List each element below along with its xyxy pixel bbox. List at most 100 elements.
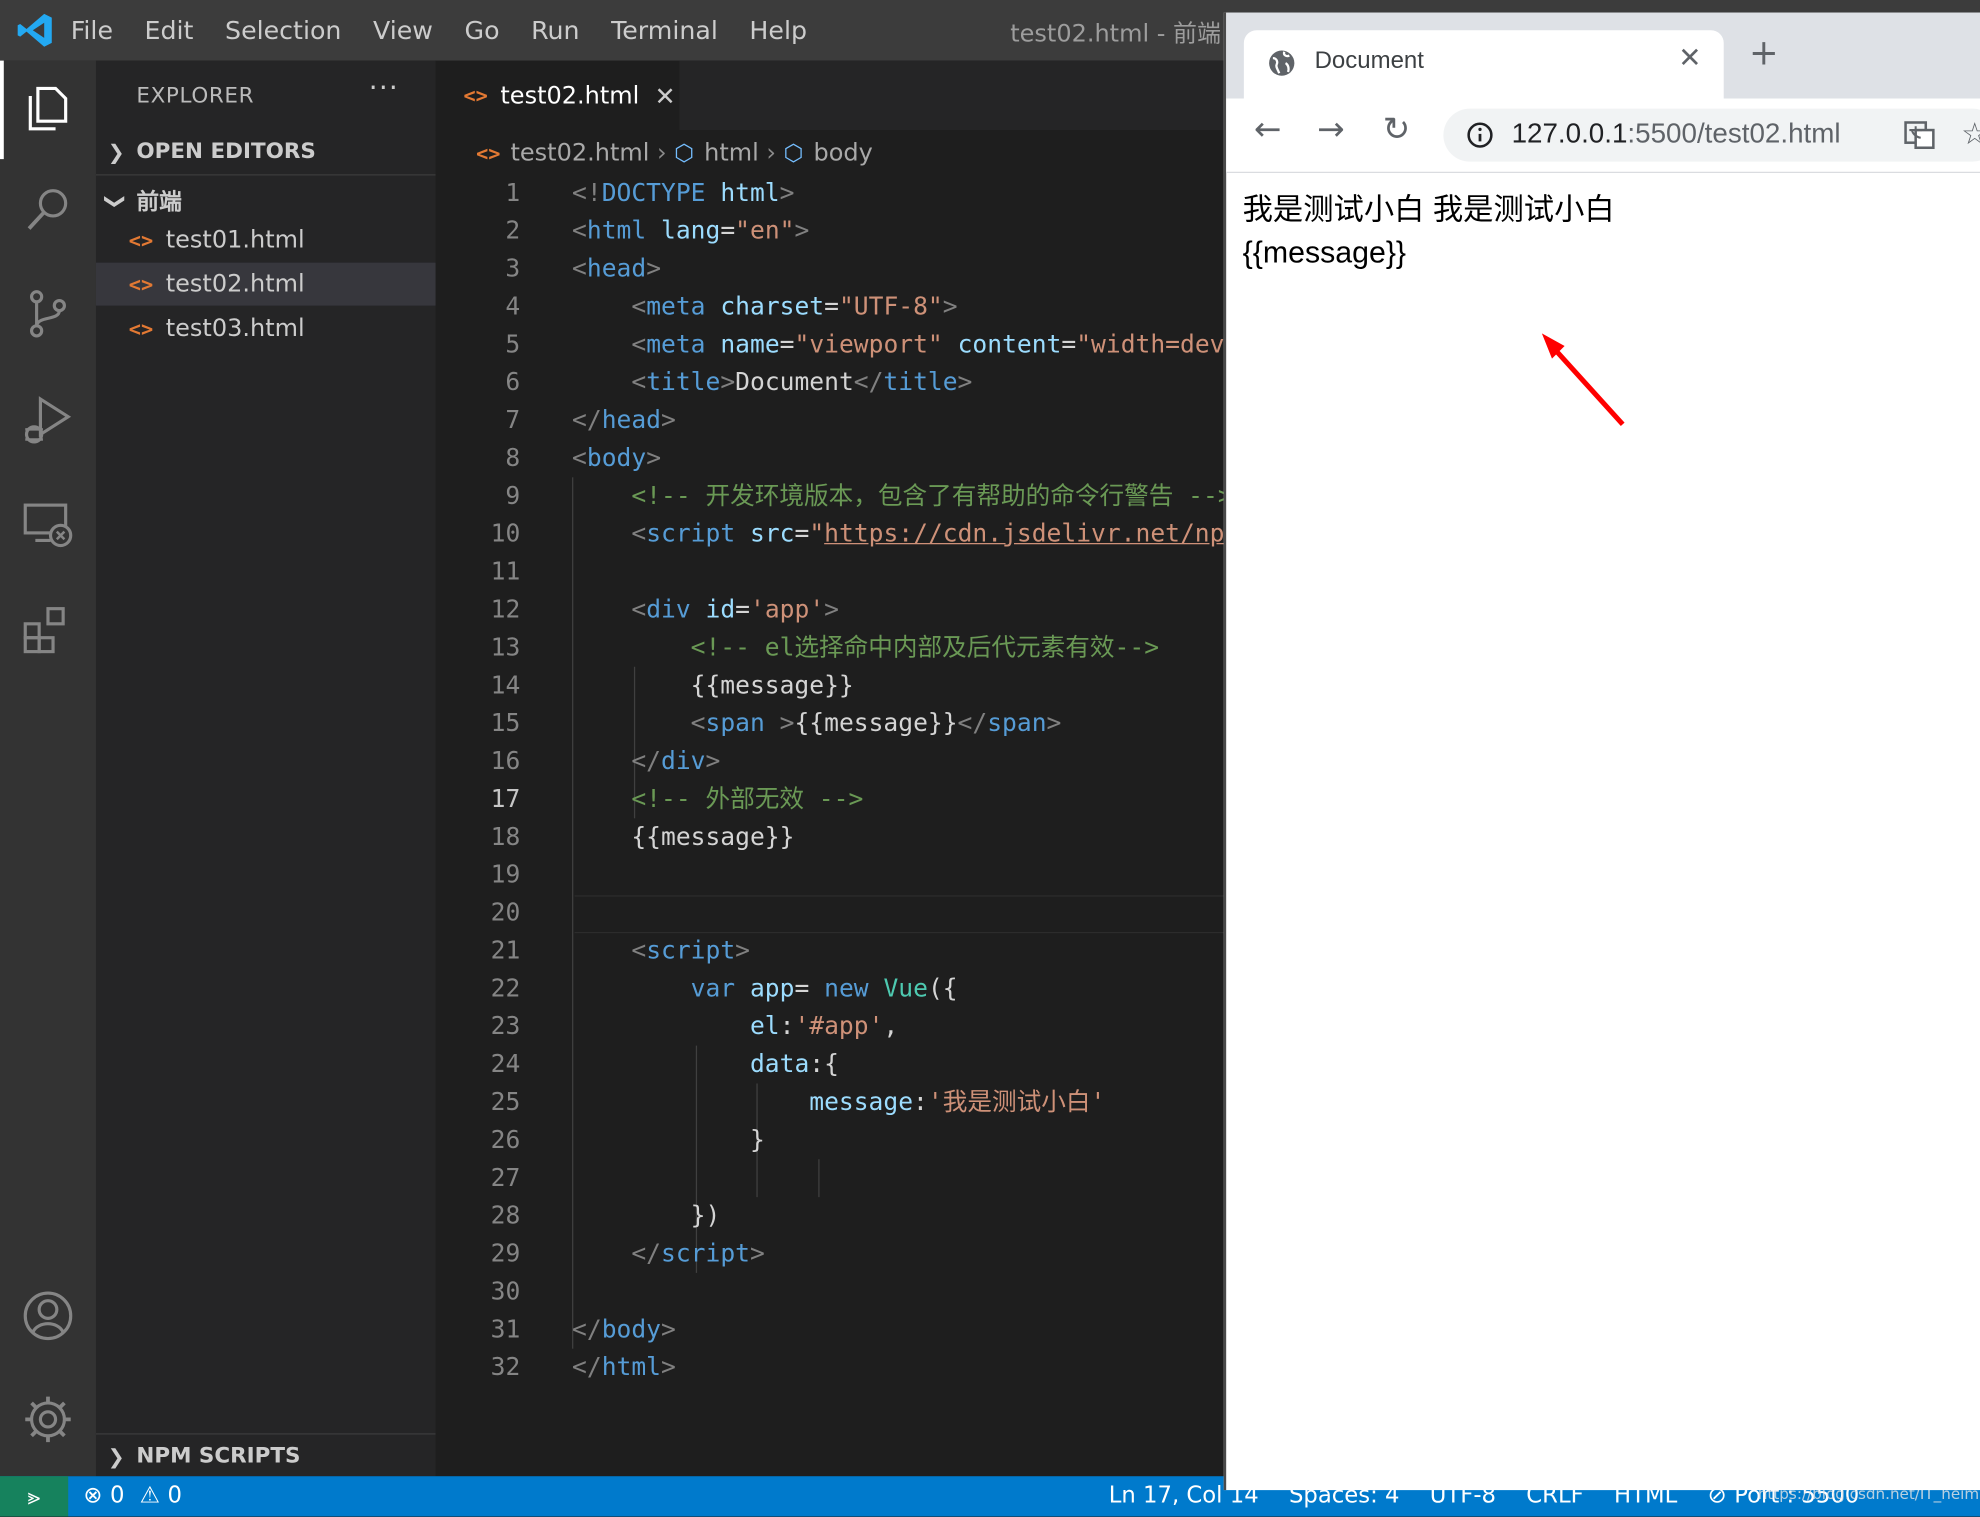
warning-count: 0 <box>167 1482 183 1510</box>
code-line: 13 <!-- el选择命中内部及后代元素有效--> <box>436 629 1225 667</box>
line-number: 8 <box>505 443 521 473</box>
code-line: 18 {{message}} <box>436 818 1225 856</box>
line-number: 10 <box>490 519 521 549</box>
element-cube-icon: ⬡ <box>783 139 804 167</box>
browser-toolbar: ← → ↻ 127.0.0.1:5500/test02.html ☆ <box>1226 98 1980 174</box>
forward-arrow-icon[interactable]: → <box>1317 114 1345 147</box>
new-tab-plus-icon[interactable]: + <box>1749 35 1779 70</box>
file-item[interactable]: <> test03.html <box>96 307 436 350</box>
editor-tabbar: <> test02.html ✕ <box>435 60 1225 131</box>
url-host: 127.0.0.1 <box>1511 117 1628 150</box>
remote-explorer-icon[interactable] <box>20 498 76 554</box>
active-indicator <box>0 60 4 160</box>
npm-scripts-label: NPM SCRIPTS <box>136 1443 301 1469</box>
line-number: 23 <box>490 1011 521 1041</box>
line-number: 24 <box>490 1049 521 1079</box>
code-line: 4 <meta charset="UTF-8"> <box>436 288 1225 326</box>
line-number: 25 <box>490 1087 521 1117</box>
bookmark-star-icon[interactable]: ☆ <box>1961 116 1980 151</box>
globe-icon <box>1269 50 1295 76</box>
line-number-active: 17 <box>490 784 521 814</box>
line-number: 30 <box>490 1276 521 1306</box>
code-line: 3 <head> <box>436 250 1225 288</box>
explorer-icon[interactable] <box>20 81 76 137</box>
file-item[interactable]: <> test01.html <box>96 218 436 261</box>
back-arrow-icon[interactable]: ← <box>1254 114 1282 147</box>
folder-root[interactable]: ❯ 前端 <box>96 181 436 221</box>
translate-icon[interactable] <box>1903 119 1936 152</box>
code-line: 8 <body> <box>436 439 1225 477</box>
annotation-arrow-icon <box>1541 333 1625 426</box>
line-number: 22 <box>490 973 521 1003</box>
code-line: 31 </body> <box>436 1311 1225 1349</box>
chevron-right-icon: › <box>656 138 667 167</box>
menu-selection[interactable]: Selection <box>225 15 341 45</box>
rendered-text-line: 我是测试小白 我是测试小白 <box>1242 193 1615 228</box>
menu-view[interactable]: View <box>373 15 433 45</box>
more-actions-icon[interactable]: ··· <box>369 73 399 105</box>
problems-indicator[interactable]: ⊗ 0 ⚠ 0 <box>83 1483 182 1510</box>
line-number: 2 <box>505 215 521 245</box>
source-control-icon[interactable] <box>20 285 76 341</box>
close-icon[interactable]: ✕ <box>1678 43 1701 75</box>
breadcrumb-body[interactable]: body <box>813 139 872 167</box>
line-number: 19 <box>490 859 521 890</box>
line-number: 32 <box>490 1352 521 1382</box>
folder-label: 前端 <box>136 189 182 216</box>
code-line: 5 <meta name="viewport" content="width=d… <box>436 326 1224 364</box>
run-debug-icon[interactable] <box>20 391 76 447</box>
section-divider <box>95 174 436 176</box>
rendered-text-line: {{message}} <box>1242 236 1407 271</box>
menu-run[interactable]: Run <box>531 15 579 45</box>
code-line: 12 <div id='app'> <box>436 591 1225 629</box>
open-editors-label: OPEN EDITORS <box>136 138 316 165</box>
line-number: 1 <box>505 178 521 208</box>
html-file-icon: <> <box>128 272 154 297</box>
editor-area: <> test02.html ✕ <> test02.html › ⬡ html… <box>435 60 1225 1477</box>
line-number: 27 <box>490 1163 521 1193</box>
remote-indicator-icon[interactable]: ⪢ <box>0 1476 69 1517</box>
code-line: 10 <script src="https://cdn.jsdelivr.net… <box>436 515 1225 553</box>
explorer-sidebar: EXPLORER ··· ❯ OPEN EDITORS ❯ 前端 <> test… <box>95 60 436 1477</box>
line-number: 11 <box>490 556 521 586</box>
editor-tab[interactable]: <> test02.html ✕ <box>435 60 680 131</box>
extensions-icon[interactable] <box>20 601 76 657</box>
chevron-right-icon: ❯ <box>107 139 125 164</box>
file-label: test02.html <box>165 270 305 299</box>
line-number: 20 <box>490 897 521 927</box>
line-number: 5 <box>505 329 521 359</box>
line-number: 4 <box>505 291 521 321</box>
menu-help[interactable]: Help <box>749 15 807 45</box>
site-info-icon[interactable] <box>1466 121 1494 149</box>
code-line: 7 </head> <box>436 402 1225 440</box>
search-icon[interactable] <box>20 182 76 238</box>
page-content: 我是测试小白 我是测试小白 {{message}} <box>1243 189 1615 275</box>
code-line: 30 <box>436 1273 1225 1311</box>
code-line: 1 <!DOCTYPE html> <box>436 174 1225 212</box>
breadcrumb-file[interactable]: test02.html <box>511 139 650 167</box>
menu-go[interactable]: Go <box>465 15 500 45</box>
code-line: 19 <box>436 856 1225 894</box>
breadcrumb-html[interactable]: html <box>704 139 759 167</box>
account-icon[interactable] <box>20 1288 76 1344</box>
file-item-selected[interactable]: <> test02.html <box>95 262 436 306</box>
code-line: 11 <box>436 553 1225 591</box>
error-icon: ⊗ <box>83 1482 103 1510</box>
address-bar[interactable]: 127.0.0.1:5500/test02.html ☆ <box>1443 108 1980 162</box>
error-count: 0 <box>109 1482 125 1510</box>
settings-gear-icon[interactable] <box>20 1392 76 1448</box>
line-number: 21 <box>490 935 521 965</box>
menu-file[interactable]: File <box>71 15 113 45</box>
browser-tab-title: Document <box>1314 47 1424 75</box>
menu-edit[interactable]: Edit <box>145 15 194 45</box>
menu-terminal[interactable]: Terminal <box>611 15 718 45</box>
browser-tab[interactable]: Document ✕ <box>1243 30 1724 99</box>
code-line: 25 message:'我是测试小白' <box>436 1083 1225 1121</box>
close-icon[interactable]: ✕ <box>654 80 675 110</box>
code-line: 9 <!-- 开发环境版本，包含了有帮助的命令行警告 --> <box>436 477 1224 515</box>
open-editors-section[interactable]: ❯ OPEN EDITORS <box>96 130 436 173</box>
code-line: 22 var app= new Vue({ <box>436 970 1225 1008</box>
code-line: 14 {{message}} <box>436 667 1225 705</box>
npm-scripts-section[interactable]: ❯ NPM SCRIPTS <box>95 1433 436 1477</box>
reload-icon[interactable]: ↻ <box>1383 114 1411 147</box>
